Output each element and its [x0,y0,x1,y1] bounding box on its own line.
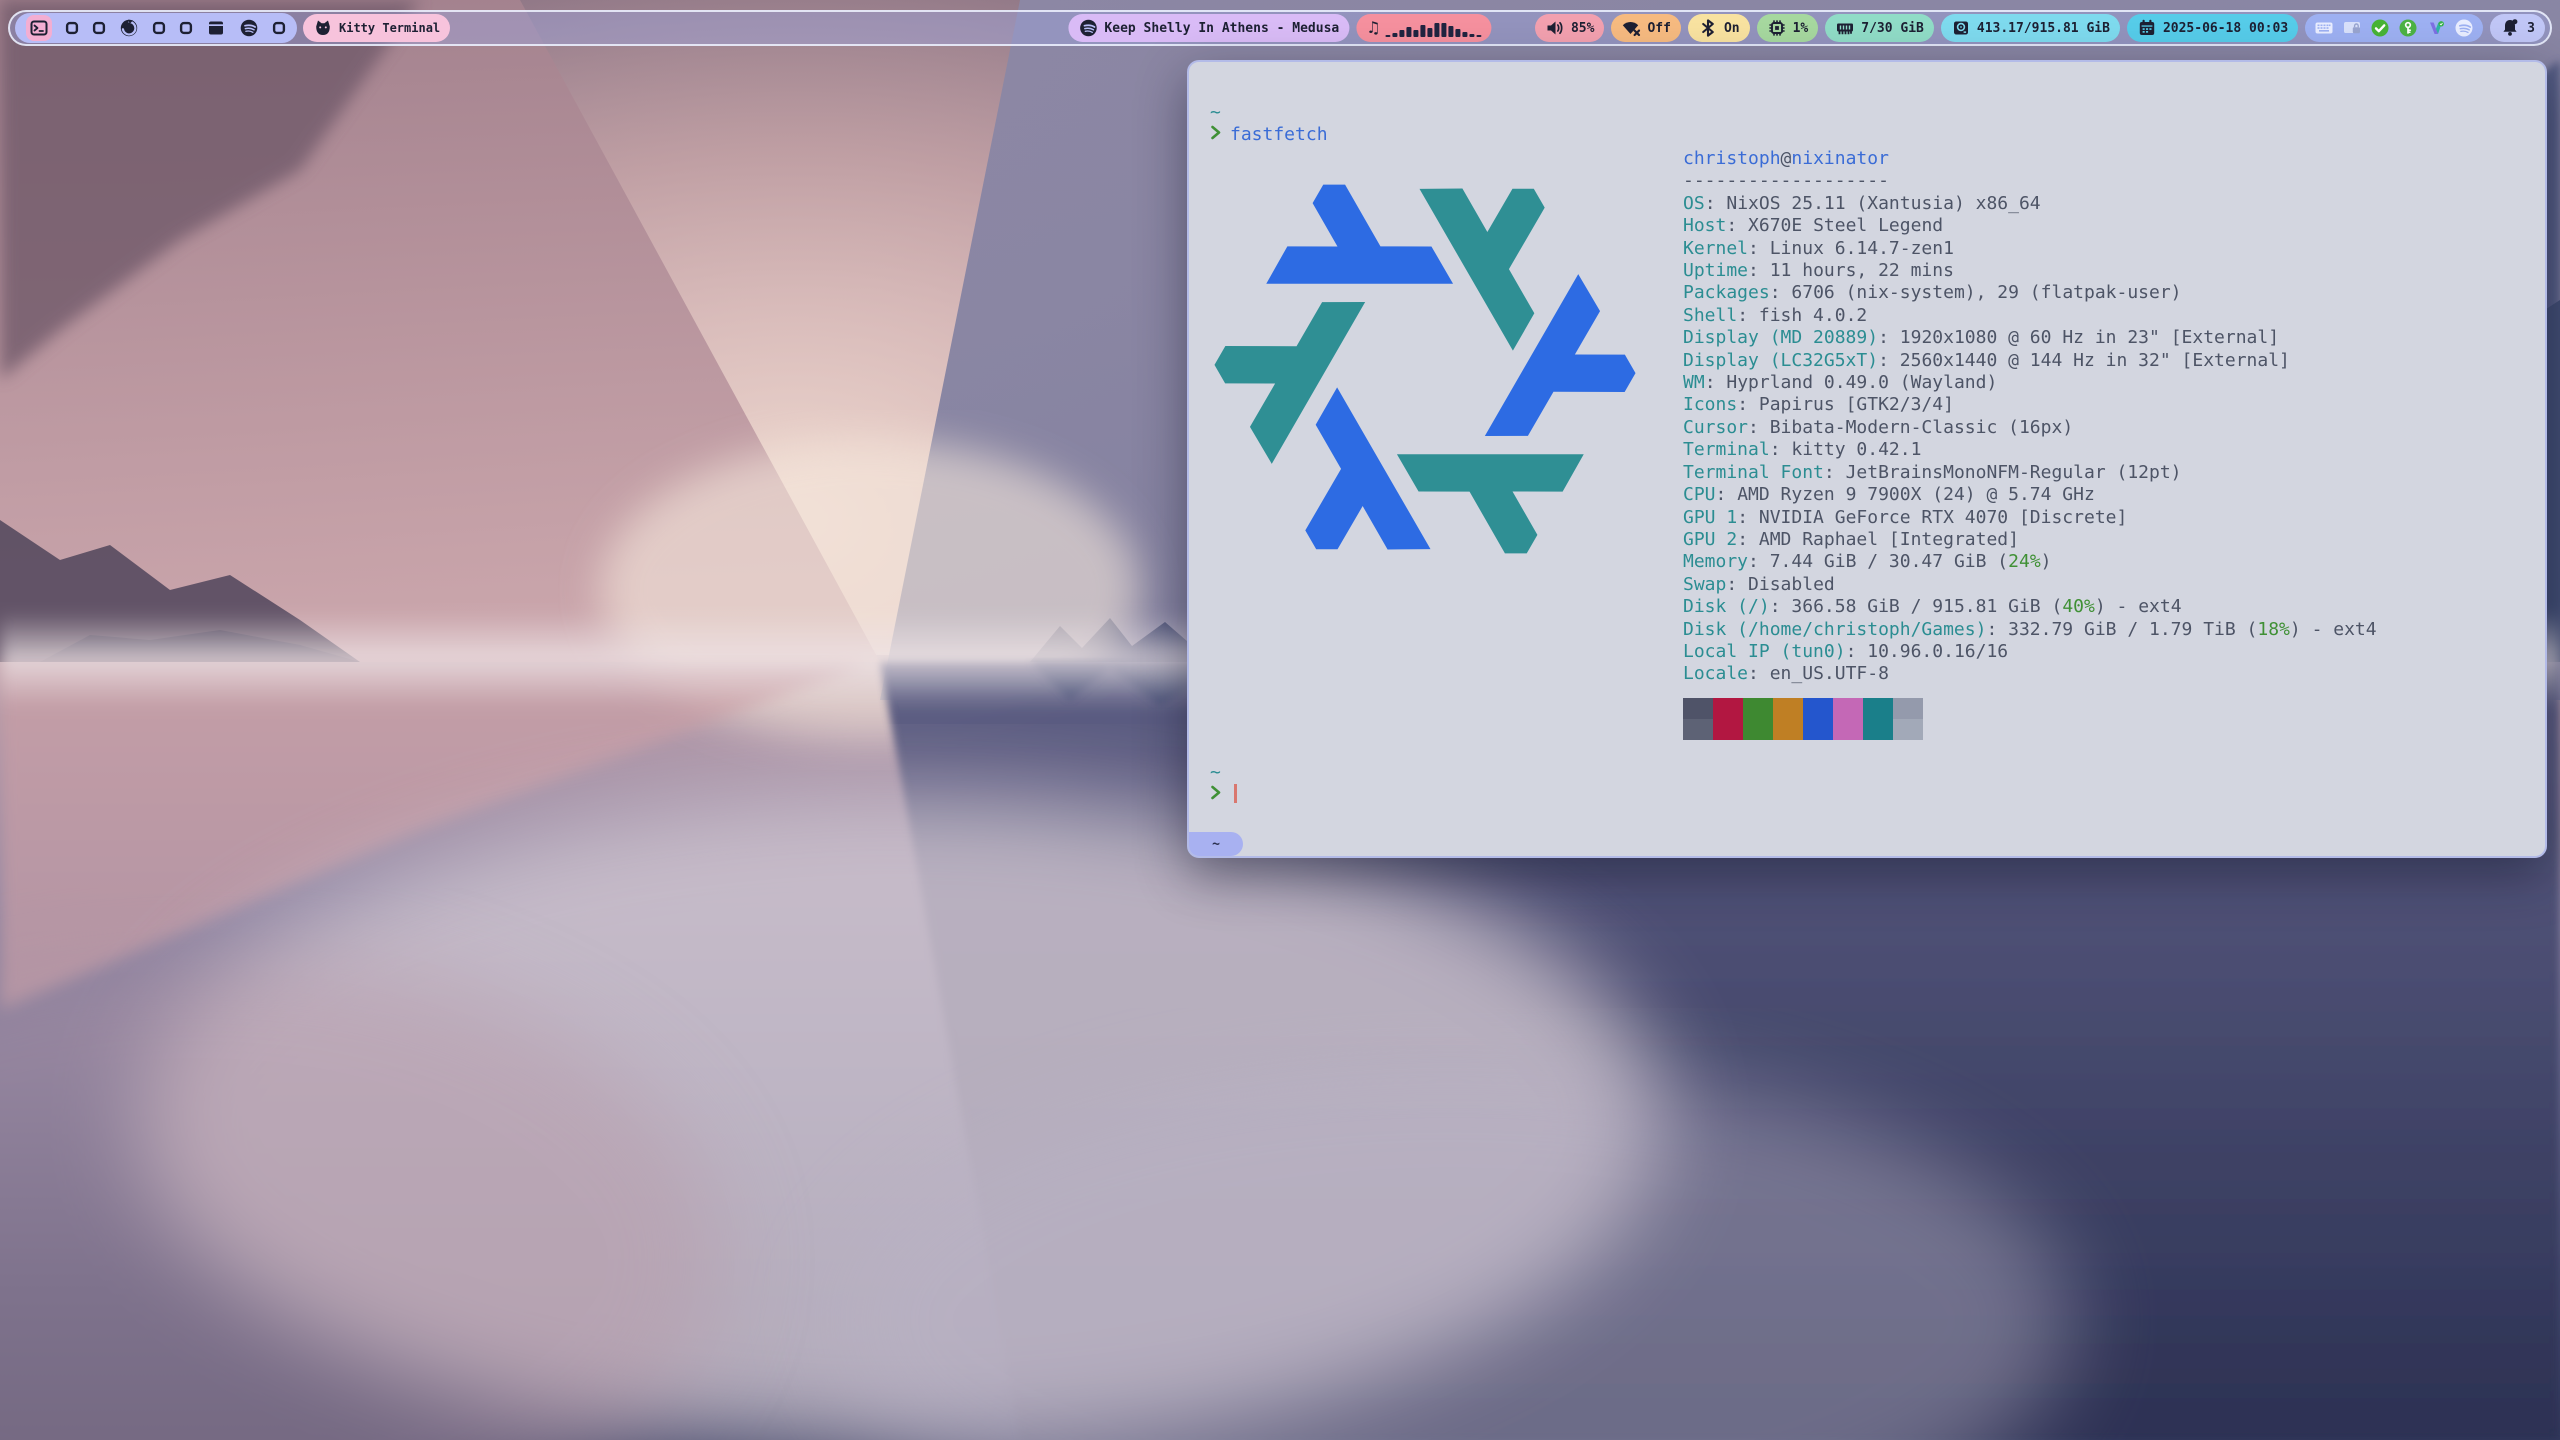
workspace-7[interactable] [206,18,226,38]
status-clock-label: 2025-06-18 00:03 [2163,21,2288,36]
speaker-icon [1545,18,1565,38]
status-memory-label: 7/30 GiB [1861,21,1924,36]
status-disk[interactable]: 413.17/915.81 GiB [1941,14,2120,42]
fastfetch-line: Terminal Font: JetBrainsMonoNFM-Regular … [1683,462,2377,484]
workspace-9[interactable] [272,21,286,35]
notification-count: 3 [2527,21,2535,36]
fastfetch-line: CPU: AMD Ryzen 9 7900X (24) @ 5.74 GHz [1683,484,2377,506]
fastfetch-line: Uptime: 11 hours, 22 mins [1683,260,2377,282]
media-player[interactable]: Keep Shelly In Athens - Medusa [1068,14,1349,42]
terminal-palette-row-normal [1683,698,2377,719]
status-memory[interactable]: 7/30 GiB [1825,14,1934,42]
window-title[interactable]: Kitty Terminal [303,14,450,42]
music-note-icon: ♫ [1366,20,1380,36]
fastfetch-line: Terminal: kitty 0.42.1 [1683,439,2377,461]
hdd-icon [1951,18,1971,38]
terminal-tab[interactable]: ~ [1189,832,1243,856]
status-volume[interactable]: 85% [1535,14,1604,42]
fastfetch-line: Shell: fish 4.0.2 [1683,305,2377,327]
workspaces [15,13,297,43]
status-clock[interactable]: 2025-06-18 00:03 [2127,14,2298,42]
kitty-terminal-window[interactable]: ~ fastfetch christoph@nixinator---------… [1187,60,2547,858]
fastfetch-line: Kernel: Linux 6.14.7-zen1 [1683,238,2377,260]
check-circle-icon[interactable] [2370,18,2390,38]
shell-prompt-current[interactable]: ~ [1210,762,1237,807]
prompt-dir: ~ [1210,102,1221,123]
fastfetch-line: Host: X670E Steel Legend [1683,215,2377,237]
fastfetch-line: Disk (/home/christoph/Games): 332.79 GiB… [1683,619,2377,641]
status-wifi-label: Off [1647,21,1670,36]
visualizer-bars [1386,20,1482,37]
status-bar: Kitty Terminal Keep Shelly In Athens - M… [8,10,2552,46]
command-text: fastfetch [1230,124,1328,145]
fastfetch-line: GPU 1: NVIDIA GeForce RTX 4070 [Discrete… [1683,507,2377,529]
prompt-chevron-icon [1210,784,1221,806]
fastfetch-line: Locale: en_US.UTF-8 [1683,663,2377,685]
wifi-off-icon [1621,18,1641,38]
prompt-dir: ~ [1210,762,1221,783]
fastfetch-line: Memory: 7.44 GiB / 30.47 GiB (24%) [1683,551,2377,573]
status-cpu[interactable]: 1% [1757,14,1819,42]
audio-visualizer[interactable]: ♫ [1356,14,1491,42]
nixos-logo [1207,155,1643,583]
fastfetch-line: Packages: 6706 (nix-system), 29 (flatpak… [1683,282,2377,304]
status-wifi[interactable]: Off [1611,14,1680,42]
status-cpu-label: 1% [1793,21,1809,36]
media-player-label: Keep Shelly In Athens - Medusa [1104,21,1339,36]
bell-icon [2500,18,2520,38]
fastfetch-user-host: christoph@nixinator [1683,148,2377,170]
terminal-tab-label: ~ [1212,837,1220,852]
fastfetch-line: Disk (/): 366.58 GiB / 915.81 GiB (40%) … [1683,596,2377,618]
workspace-active-1[interactable] [26,15,52,41]
cat-icon [313,18,333,38]
fastfetch-line: Display (MD 20889): 1920x1080 @ 60 Hz in… [1683,327,2377,349]
spotify-light-icon[interactable] [2454,18,2474,38]
prompt-chevron-icon [1210,124,1221,146]
status-volume-label: 85% [1571,21,1594,36]
bluetooth-icon [1698,18,1718,38]
status-bluetooth[interactable]: On [1688,14,1750,42]
calendar-icon [2137,18,2157,38]
ram-icon [1835,18,1855,38]
status-disk-label: 413.17/915.81 GiB [1977,21,2110,36]
workspace-4[interactable] [119,18,139,38]
screen-lock-icon[interactable] [2342,18,2362,38]
notifications[interactable]: 3 [2490,14,2545,42]
window-title-label: Kitty Terminal [339,21,440,35]
workspace-5[interactable] [152,21,166,35]
fastfetch-output: christoph@nixinator-------------------OS… [1683,148,2377,740]
workspace-8[interactable] [239,18,259,38]
fastfetch-line: Cursor: Bibata-Modern-Classic (16px) [1683,417,2377,439]
fastfetch-line: Display (LC32G5xT): 2560x1440 @ 144 Hz i… [1683,350,2377,372]
text-cursor [1234,784,1237,803]
keyboard-icon[interactable] [2314,18,2334,38]
key-icon[interactable] [2398,18,2418,38]
fastfetch-line: Icons: Papirus [GTK2/3/4] [1683,394,2377,416]
fastfetch-line: OS: NixOS 25.11 (Xantusia) x86_64 [1683,193,2377,215]
chip-icon [1767,18,1787,38]
fastfetch-line: Local IP (tun0): 10.96.0.16/16 [1683,641,2377,663]
workspace-2[interactable] [65,21,79,35]
shell-prompt-previous: ~ fastfetch [1210,102,1328,147]
fastfetch-separator: ------------------- [1683,170,2377,192]
workspace-6[interactable] [179,21,193,35]
fastfetch-line: WM: Hyprland 0.49.0 (Wayland) [1683,372,2377,394]
workspace-3[interactable] [92,21,106,35]
vpn-icon[interactable] [2426,18,2446,38]
status-bluetooth-label: On [1724,21,1740,36]
terminal-palette-row-bright [1683,719,2377,740]
spotify-icon [1078,18,1098,38]
system-tray [2305,14,2483,42]
fastfetch-line: GPU 2: AMD Raphael [Integrated] [1683,529,2377,551]
fastfetch-line: Swap: Disabled [1683,574,2377,596]
